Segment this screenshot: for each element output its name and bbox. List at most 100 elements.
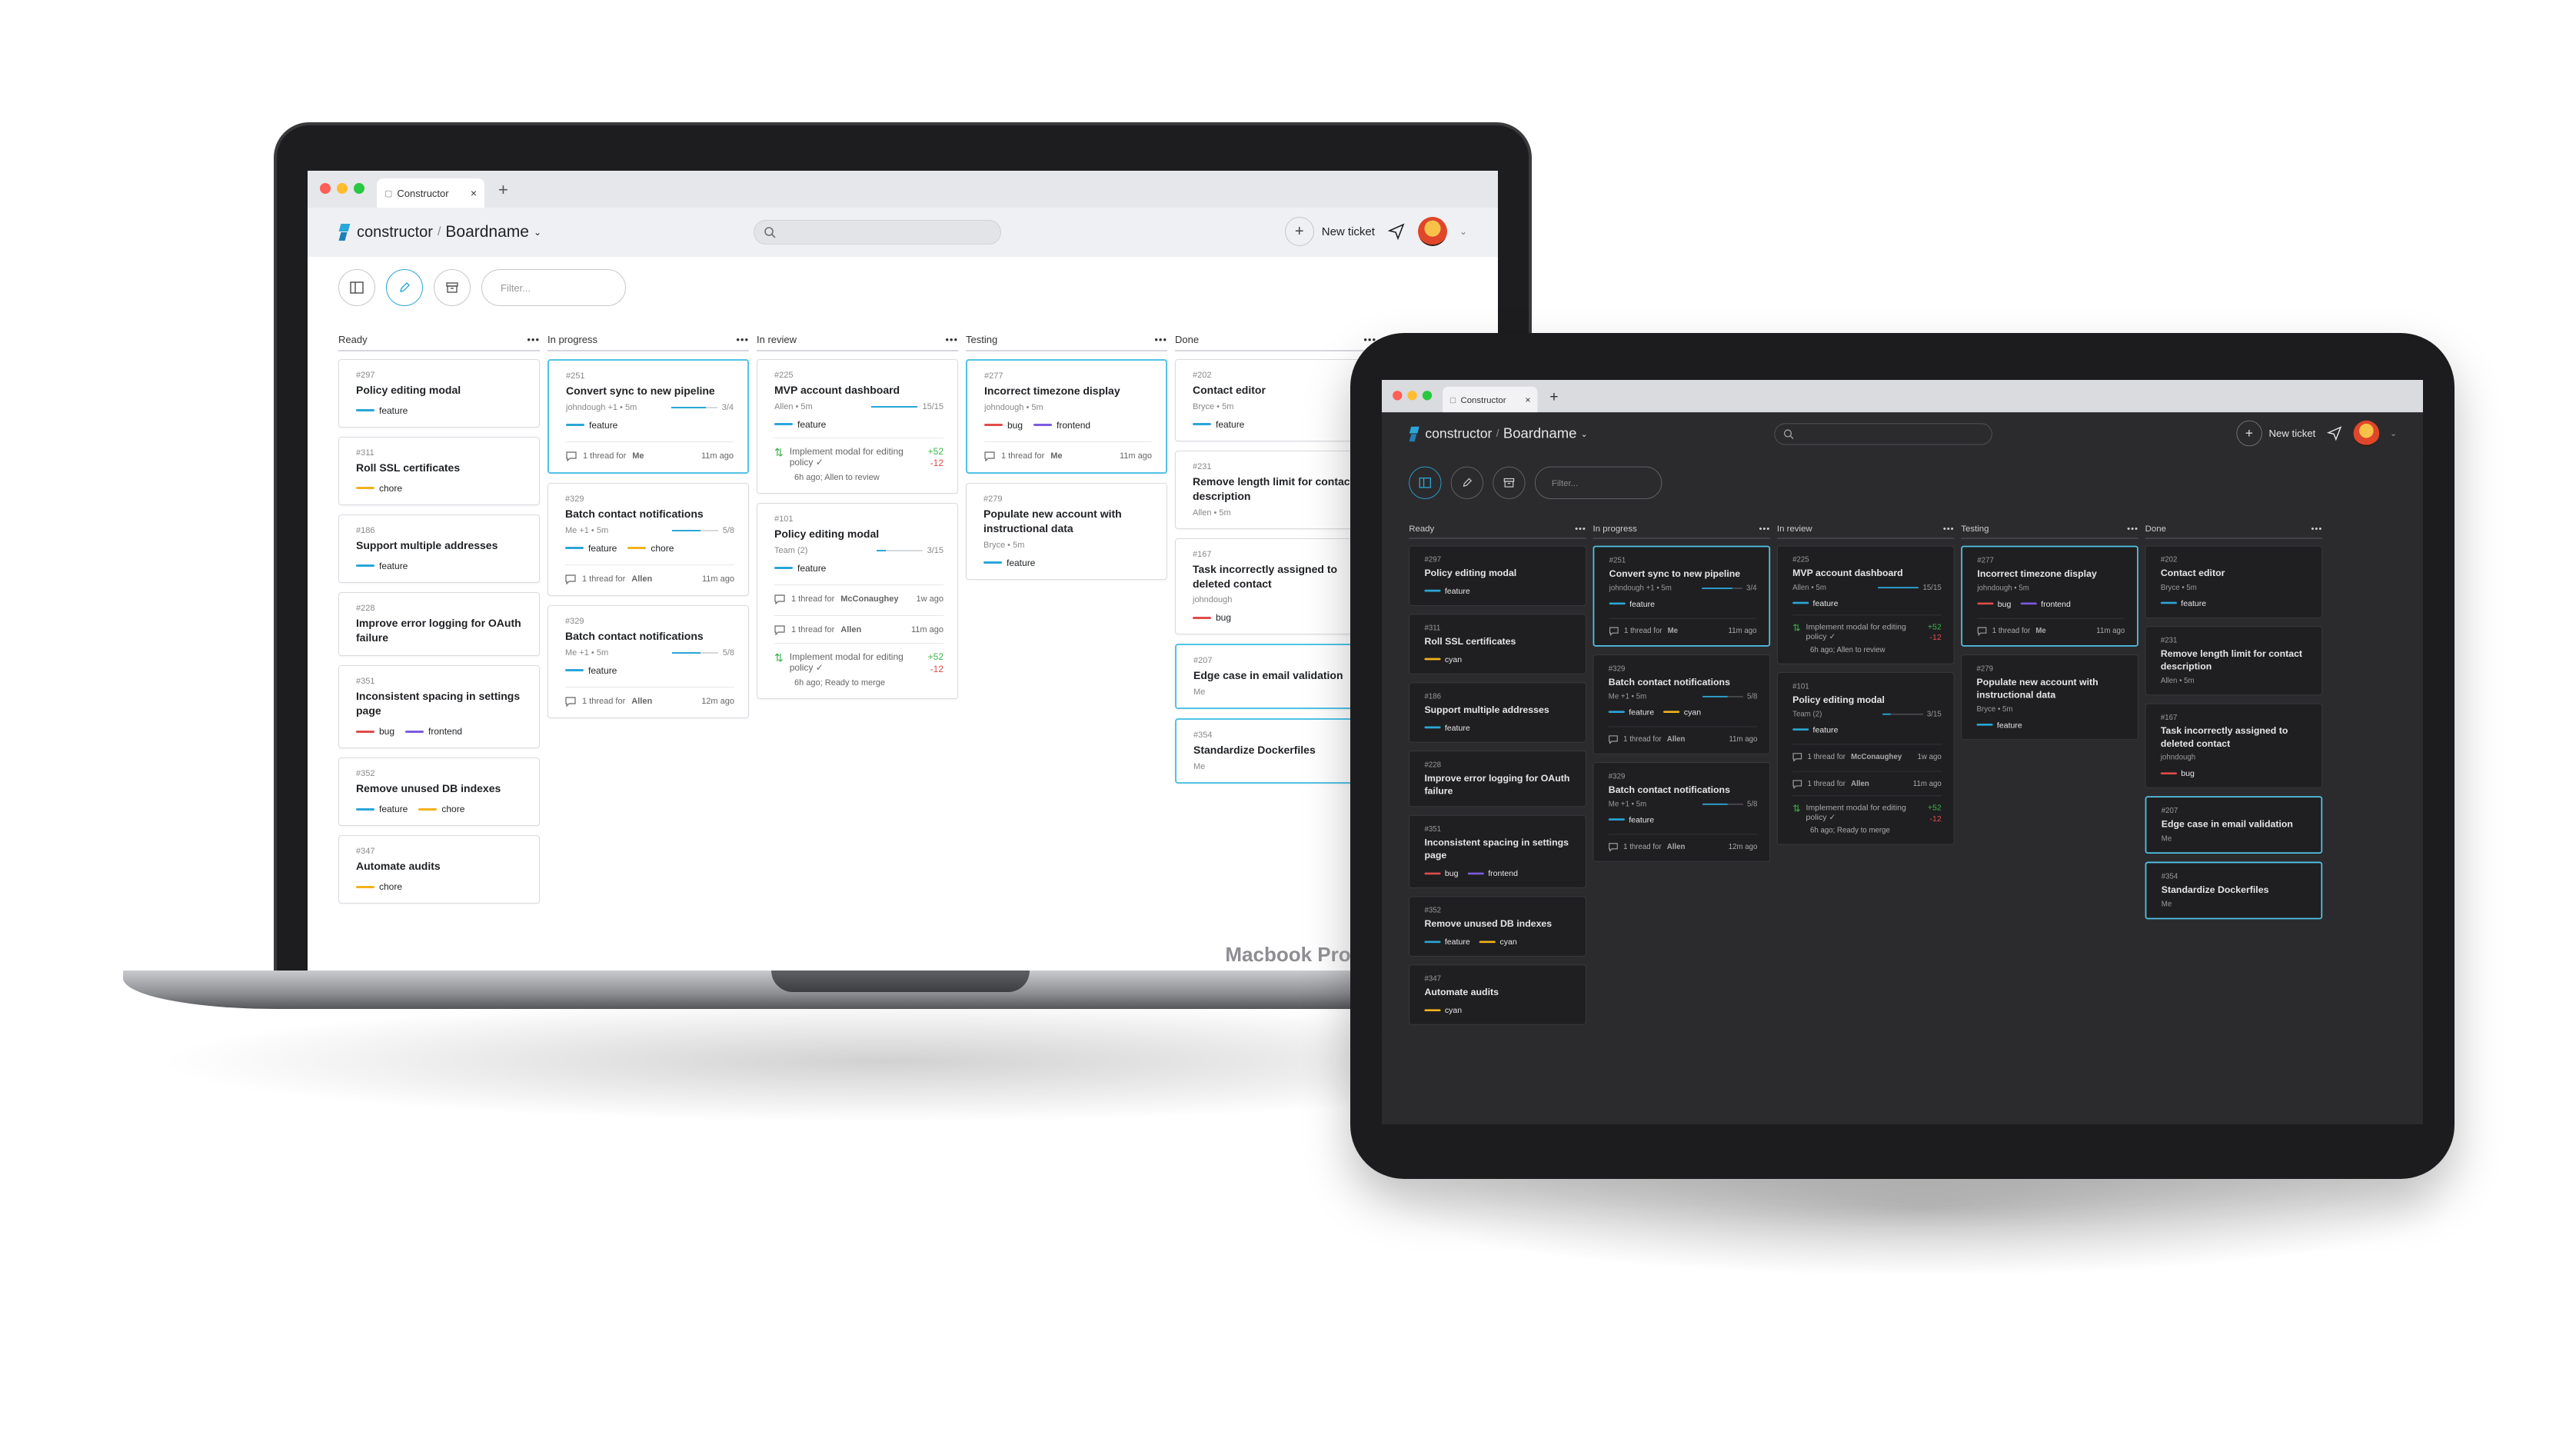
ticket-card[interactable]: #186 Support multiple addresses feature [338, 514, 540, 583]
ticket-card[interactable]: #231 Remove length limit for contact desc… [1175, 450, 1376, 529]
edit-button[interactable] [386, 269, 423, 306]
ticket-card[interactable]: #167 Task incorrectly assigned to deleted… [1175, 538, 1376, 635]
new-ticket-button[interactable]: + New ticket [2236, 420, 2315, 447]
ticket-card[interactable]: #228 Improve error logging for OAuth fail… [1409, 750, 1586, 807]
close-tab-icon[interactable]: × [471, 187, 477, 199]
search-input[interactable] [754, 220, 1001, 245]
pull-request[interactable]: ⇅ Implement modal for editing policy ✓ +52… [1792, 795, 1942, 824]
column-menu-icon[interactable]: ••• [1575, 524, 1586, 534]
ticket-card[interactable]: #277 Incorrect timezone display johndough … [1961, 545, 2138, 647]
tag-label: feature [379, 804, 408, 815]
comment-thread[interactable]: 1 thread for Allen 11m ago [774, 614, 944, 635]
ticket-card[interactable]: #277 Incorrect timezone display johndough … [966, 359, 1167, 474]
pull-request[interactable]: ⇅ Implement modal for editing policy ✓ +52… [1792, 614, 1942, 643]
ticket-card[interactable]: #279 Populate new account with instructio… [966, 482, 1167, 580]
column-menu-icon[interactable]: ••• [945, 334, 958, 345]
filter-input[interactable]: Filter... [1534, 466, 1662, 499]
search-input[interactable] [1774, 423, 1992, 445]
comment-thread[interactable]: 1 thread for Me 11m ago [566, 441, 734, 461]
column-menu-icon[interactable]: ••• [1154, 334, 1167, 345]
browser-tab[interactable]: ▢ Constructor × [377, 178, 484, 208]
ticket-card[interactable]: #207 Edge case in email validation Me [2145, 796, 2323, 854]
send-icon[interactable] [2326, 425, 2342, 441]
ticket-card[interactable]: #354 Standardize Dockerfiles Me [2145, 861, 2323, 920]
tag-label: cyan [1683, 707, 1702, 718]
ticket-card[interactable]: #186 Support multiple addresses feature [1409, 682, 1586, 743]
column-menu-icon[interactable]: ••• [527, 334, 540, 345]
column-menu-icon[interactable]: ••• [1759, 524, 1770, 534]
send-icon[interactable] [1387, 222, 1406, 241]
comment-thread[interactable]: 1 thread for McConaughey 1w ago [1792, 744, 1942, 762]
board-switcher[interactable]: Boardname ⌄ [445, 223, 541, 241]
comment-thread[interactable]: 1 thread for McConaughey 1w ago [774, 584, 944, 604]
new-tab-button[interactable]: + [1549, 388, 1558, 406]
ticket-card[interactable]: #279 Populate new account with instructio… [1961, 654, 2138, 740]
ticket-card[interactable]: #347 Automate audits chore [338, 835, 540, 904]
archive-button[interactable] [434, 269, 471, 306]
minimize-window-button[interactable] [1407, 391, 1417, 401]
column-menu-icon[interactable]: ••• [2311, 524, 2323, 534]
ticket-card[interactable]: #354 Standardize Dockerfiles Me [1175, 718, 1376, 784]
ticket-card[interactable]: #329 Batch contact notifications Me +1 • 5… [1593, 654, 1771, 754]
edit-button[interactable] [1450, 466, 1483, 499]
chevron-down-icon[interactable]: ⌄ [2390, 428, 2397, 438]
close-tab-icon[interactable]: × [1525, 394, 1530, 405]
minimize-window-button[interactable] [337, 183, 348, 194]
pull-request[interactable]: ⇅ Implement modal for editing policy ✓ +52… [774, 642, 944, 675]
ticket-card[interactable]: #351 Inconsistent spacing in settings pag… [338, 665, 540, 749]
ticket-card[interactable]: #297 Policy editing modal feature [1409, 545, 1586, 606]
ticket-card[interactable]: #311 Roll SSL certificates cyan [1409, 614, 1586, 674]
ticket-card[interactable]: #101 Policy editing modal Team (2) 3/15 feat… [1776, 672, 1955, 845]
app-logo[interactable]: constructor [338, 224, 433, 241]
ticket-card[interactable]: #329 Batch contact notifications Me +1 • 5… [547, 482, 749, 596]
column-menu-icon[interactable]: ••• [1943, 524, 1955, 534]
close-window-button[interactable] [1393, 391, 1403, 401]
app-logo[interactable]: constructor [1409, 426, 1492, 441]
archive-button[interactable] [1493, 466, 1526, 499]
ticket-card[interactable]: #225 MVP account dashboard Allen • 5m 15/15… [757, 359, 958, 494]
ticket-card[interactable]: #329 Batch contact notifications Me +1 • 5… [1593, 762, 1771, 862]
ticket-card[interactable]: #352 Remove unused DB indexes feature chore [338, 757, 540, 827]
column-menu-icon[interactable]: ••• [2127, 524, 2138, 534]
ticket-card[interactable]: #202 Contact editor Bryce • 5m feature [2145, 545, 2323, 618]
ticket-card[interactable]: #207 Edge case in email validation Me [1175, 644, 1376, 710]
avatar[interactable] [2353, 420, 2380, 447]
comment-thread[interactable]: 1 thread for Allen 11m ago [1608, 726, 1758, 744]
pull-request[interactable]: ⇅ Implement modal for editing policy ✓ +52… [774, 437, 944, 470]
avatar[interactable] [1417, 217, 1447, 246]
ticket-card[interactable]: #251 Convert sync to new pipeline johndoug… [1593, 545, 1771, 647]
comment-thread[interactable]: 1 thread for Me 11m ago [1609, 618, 1757, 636]
maximize-window-button[interactable] [354, 183, 364, 194]
column-menu-icon[interactable]: ••• [736, 334, 749, 345]
ticket-card[interactable]: #329 Batch contact notifications Me +1 • 5… [547, 604, 749, 718]
ticket-card[interactable]: #347 Automate audits cyan [1409, 964, 1586, 1025]
ticket-card[interactable]: #202 Contact editor Bryce • 5m feature [1175, 359, 1376, 441]
ticket-card[interactable]: #228 Improve error logging for OAuth fail… [338, 591, 540, 657]
board-switcher[interactable]: Boardname ⌄ [1503, 426, 1588, 442]
ticket-card[interactable]: #311 Roll SSL certificates chore [338, 436, 540, 505]
ticket-card[interactable]: #352 Remove unused DB indexes feature cyan [1409, 896, 1586, 957]
new-tab-button[interactable]: + [498, 180, 508, 200]
ticket-card[interactable]: #167 Task incorrectly assigned to deleted… [2145, 703, 2323, 789]
board-view-button[interactable] [1409, 466, 1442, 499]
browser-tab[interactable]: ▢ Constructor × [1443, 386, 1538, 413]
new-ticket-button[interactable]: + New ticket [1284, 217, 1375, 246]
ticket-card[interactable]: #297 Policy editing modal feature [338, 359, 540, 428]
filter-input[interactable]: Filter... [481, 269, 626, 306]
ticket-card[interactable]: #251 Convert sync to new pipeline johndoug… [547, 359, 749, 474]
ticket-card[interactable]: #101 Policy editing modal Team (2) 3/15 feat… [757, 503, 958, 700]
pr-diff: +52 -12 [1928, 803, 1942, 824]
ticket-card[interactable]: #351 Inconsistent spacing in settings pag… [1409, 815, 1586, 889]
comment-thread[interactable]: 1 thread for Allen 11m ago [565, 564, 734, 584]
comment-thread[interactable]: 1 thread for Me 11m ago [1977, 618, 2125, 636]
close-window-button[interactable] [320, 183, 331, 194]
chevron-down-icon[interactable]: ⌄ [1459, 226, 1467, 237]
comment-thread[interactable]: 1 thread for Allen 12m ago [565, 686, 734, 707]
comment-thread[interactable]: 1 thread for Allen 11m ago [1792, 771, 1942, 789]
comment-thread[interactable]: 1 thread for Me 11m ago [984, 441, 1152, 461]
comment-thread[interactable]: 1 thread for Allen 12m ago [1608, 834, 1758, 852]
board-view-button[interactable] [338, 269, 375, 306]
ticket-card[interactable]: #231 Remove length limit for contact desc… [2145, 626, 2323, 695]
ticket-card[interactable]: #225 MVP account dashboard Allen • 5m 15/15… [1776, 545, 1955, 664]
maximize-window-button[interactable] [1422, 391, 1433, 401]
